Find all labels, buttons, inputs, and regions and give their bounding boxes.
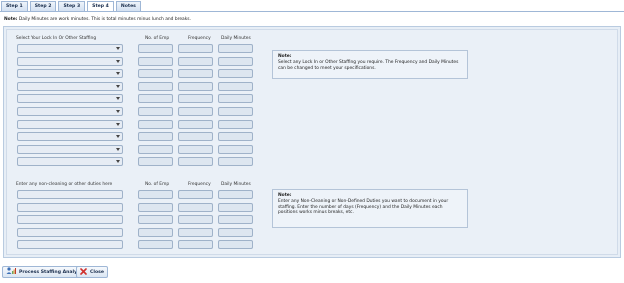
noncleaning-emp-input[interactable] [138, 202, 173, 212]
chevron-down-icon [116, 97, 120, 101]
lockin-daily-header: Daily Minutes [221, 36, 251, 41]
lockin-frequency-input[interactable] [178, 132, 213, 142]
noncleaning-frequency-input[interactable] [178, 240, 213, 250]
tab-step-1[interactable]: Step 1 [1, 1, 28, 11]
lockin-daily-minutes-input[interactable] [218, 44, 253, 53]
chevron-down-icon [116, 72, 120, 76]
lockin-daily-minutes-input[interactable] [218, 56, 253, 66]
lockin-note-box: Note: Select any Lock In or Other Staffi… [272, 50, 468, 79]
lockin-frequency-input[interactable] [178, 69, 213, 79]
tab-step-3[interactable]: Step 3 [58, 1, 86, 11]
lockin-emp-input[interactable] [138, 81, 173, 91]
noncleaning-frequency-input[interactable] [178, 227, 213, 237]
lockin-staffing-select[interactable] [17, 56, 123, 66]
lockin-select-header: Select Your Lock In Or Other Staffing [16, 36, 97, 41]
lockin-daily-minutes-input[interactable] [218, 144, 253, 154]
chevron-down-icon [116, 147, 120, 151]
lockin-staffing-select[interactable] [17, 144, 123, 154]
chevron-down-icon [116, 47, 120, 50]
lockin-frequency-input[interactable] [178, 119, 213, 129]
lockin-daily-minutes-input[interactable] [218, 119, 253, 129]
noncleaning-frequency-input[interactable] [178, 202, 213, 212]
lockin-daily-minutes-input[interactable] [218, 81, 253, 91]
lockin-emp-input[interactable] [138, 69, 173, 79]
lockin-note-text: Select any Lock In or Other Staffing you… [278, 59, 459, 71]
lockin-emp-input[interactable] [138, 144, 173, 154]
lockin-daily-minutes-input[interactable] [218, 107, 253, 116]
lockin-emp-header: No. of Emp [145, 36, 170, 41]
noncleaning-duty-input[interactable] [17, 190, 123, 199]
chevron-down-icon [116, 84, 120, 88]
lockin-staffing-select[interactable] [17, 94, 123, 104]
noncleaning-freq-header: Frequency [188, 182, 211, 187]
noncleaning-emp-input[interactable] [138, 190, 173, 199]
lockin-daily-minutes-input[interactable] [218, 69, 253, 79]
lockin-frequency-input[interactable] [178, 81, 213, 91]
noncleaning-daily-minutes-input[interactable] [218, 227, 253, 237]
lockin-frequency-input[interactable] [178, 56, 213, 66]
noncleaning-emp-header: No. of Emp [145, 182, 170, 187]
tab-step-2[interactable]: Step 2 [29, 1, 57, 11]
chevron-down-icon [116, 122, 120, 126]
noncleaning-daily-minutes-input[interactable] [218, 240, 253, 250]
lockin-frequency-input[interactable] [178, 44, 213, 53]
lockin-frequency-input[interactable] [178, 144, 213, 154]
noncleaning-frequency-input[interactable] [178, 190, 213, 199]
noncleaning-duties-header: Enter any non-cleaning or other duties h… [16, 182, 113, 187]
note-text: Daily Minutes are work minutes. This is … [17, 17, 191, 22]
lockin-freq-header: Frequency [188, 36, 211, 41]
step-tabs: Step 1 Step 2 Step 3 Step 4 Notes [1, 1, 143, 11]
lockin-daily-minutes-input[interactable] [218, 157, 253, 167]
daily-minutes-note: Note: Daily Minutes are work minutes. Th… [4, 17, 191, 22]
noncleaning-frequency-input[interactable] [178, 215, 213, 225]
close-label: Close [90, 269, 104, 275]
chevron-down-icon [116, 135, 120, 139]
lockin-frequency-input[interactable] [178, 94, 213, 104]
noncleaning-daily-minutes-input[interactable] [218, 202, 253, 212]
noncleaning-emp-input[interactable] [138, 215, 173, 225]
lockin-staffing-select[interactable] [17, 81, 123, 91]
people-chart-icon [6, 267, 16, 277]
lockin-emp-input[interactable] [138, 107, 173, 116]
lockin-frequency-input[interactable] [178, 107, 213, 116]
lockin-frequency-input[interactable] [178, 157, 213, 167]
noncleaning-daily-header: Daily Minutes [221, 182, 251, 187]
staffing-inner-panel: Select Your Lock In Or Other Staffing No… [6, 29, 618, 255]
tab-step-4[interactable]: Step 4 [87, 1, 114, 11]
tab-notes[interactable]: Notes [115, 1, 141, 11]
lockin-staffing-select[interactable] [17, 157, 123, 167]
lockin-emp-input[interactable] [138, 94, 173, 104]
noncleaning-duty-input[interactable] [17, 227, 123, 237]
noncleaning-note-text: Enter any Non-Cleaning or Non-Defined Du… [278, 198, 449, 216]
chevron-down-icon [116, 110, 120, 113]
lockin-daily-minutes-input[interactable] [218, 132, 253, 142]
lockin-emp-input[interactable] [138, 157, 173, 167]
noncleaning-duty-input[interactable] [17, 240, 123, 250]
lockin-emp-input[interactable] [138, 132, 173, 142]
chevron-down-icon [116, 160, 120, 164]
lockin-staffing-select[interactable] [17, 44, 123, 53]
noncleaning-daily-minutes-input[interactable] [218, 190, 253, 199]
lockin-emp-input[interactable] [138, 56, 173, 66]
noncleaning-duty-input[interactable] [17, 202, 123, 212]
lockin-staffing-select[interactable] [17, 107, 123, 116]
lockin-daily-minutes-input[interactable] [218, 94, 253, 104]
lockin-staffing-select[interactable] [17, 69, 123, 79]
lockin-emp-input[interactable] [138, 44, 173, 53]
close-icon [80, 267, 87, 277]
lockin-staffing-select[interactable] [17, 119, 123, 129]
lockin-staffing-select[interactable] [17, 132, 123, 142]
tab-divider [0, 11, 624, 12]
lockin-emp-input[interactable] [138, 119, 173, 129]
noncleaning-emp-input[interactable] [138, 240, 173, 250]
noncleaning-emp-input[interactable] [138, 227, 173, 237]
process-staffing-label: Process Staffing Analysis [19, 269, 85, 275]
noncleaning-daily-minutes-input[interactable] [218, 215, 253, 225]
staffing-panel: Select Your Lock In Or Other Staffing No… [3, 26, 621, 258]
chevron-down-icon [116, 59, 120, 63]
noncleaning-duty-input[interactable] [17, 215, 123, 225]
noncleaning-note-box: Note: Enter any Non-Cleaning or Non-Defi… [272, 189, 468, 228]
note-label: Note: [4, 17, 18, 22]
close-button[interactable]: Close [76, 266, 108, 278]
